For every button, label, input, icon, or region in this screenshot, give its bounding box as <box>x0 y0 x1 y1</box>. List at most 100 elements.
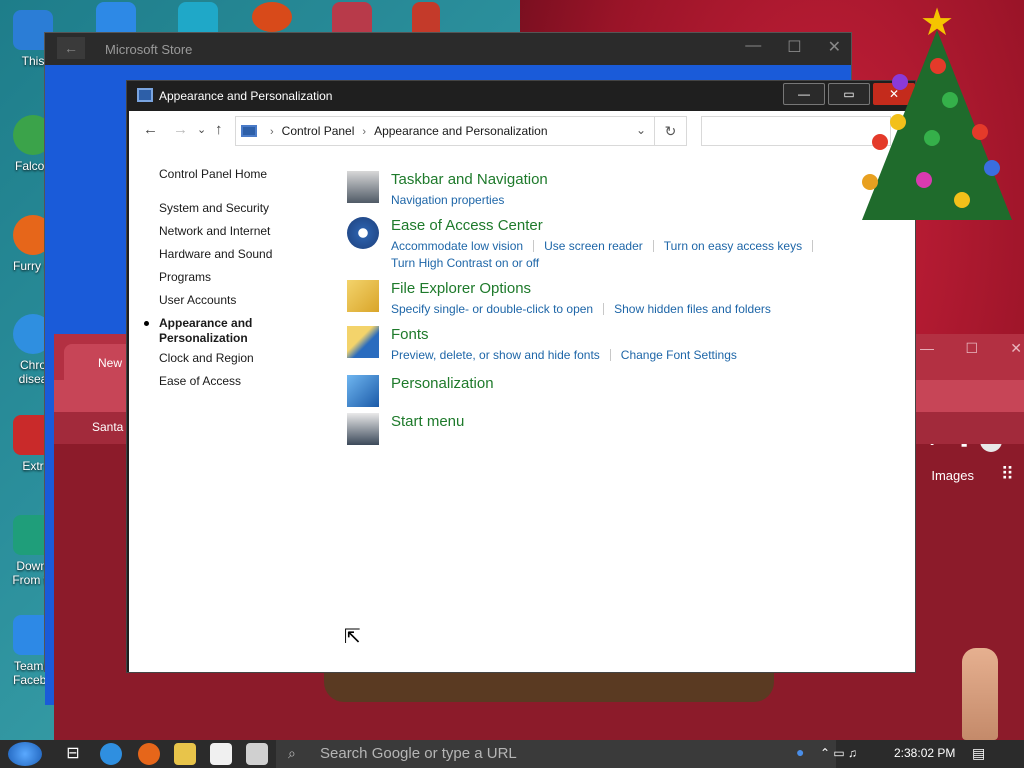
sidebar-item-clock-region[interactable]: Clock and Region <box>159 351 272 374</box>
ornament-icon <box>872 134 888 150</box>
chevron-right-icon: › <box>270 126 274 138</box>
star-icon: ★ <box>920 2 955 44</box>
taskbar: ⊟ Search Google or type a URL ⌕ ● ⌃ ▭ ♫ … <box>0 740 1024 768</box>
maximize-button[interactable]: ☐ <box>787 37 801 57</box>
images-link[interactable]: Images <box>931 468 974 483</box>
app-desktop-icon[interactable] <box>332 2 372 32</box>
address-bar[interactable]: › Control Panel › Appearance and Personaliz… <box>235 116 687 146</box>
forward-button[interactable]: → <box>173 121 188 138</box>
minimize-button[interactable]: — <box>745 37 761 57</box>
desktop-icon-label: Extr <box>22 459 44 473</box>
back-button[interactable]: ← <box>143 121 158 138</box>
category-links: Preview, delete, or show and hide fonts C… <box>391 347 737 364</box>
minimize-button[interactable]: — <box>920 340 934 356</box>
apps-grid-icon[interactable]: ⠿ <box>1001 464 1014 485</box>
task-link[interactable]: Turn on easy access keys <box>664 239 802 253</box>
ornament-icon <box>984 160 1000 176</box>
app-desktop-icon[interactable] <box>412 2 440 32</box>
ornament-icon <box>892 74 908 90</box>
chevron-right-icon: › <box>362 126 367 138</box>
sidebar-home-link[interactable]: Control Panel Home <box>159 167 267 181</box>
task-view-icon[interactable]: ⊟ <box>62 743 84 765</box>
control-panel-window[interactable]: Appearance and Personalization — ▭ ✕ ← →… <box>126 80 916 673</box>
navigation-bar: ← → ⌄ ↑ › Control Panel › Appearance and Pe… <box>129 111 915 151</box>
category-title[interactable]: Start menu <box>391 413 464 430</box>
link-separator <box>652 240 654 252</box>
window-title: Microsoft Store <box>105 42 193 57</box>
task-link[interactable]: Navigation properties <box>391 193 504 207</box>
bookmark-santa[interactable]: Santa <box>92 420 123 434</box>
control-panel-body: ← → ⌄ ↑ › Control Panel › Appearance and Pe… <box>129 111 915 672</box>
ease-of-access-icon <box>347 217 379 249</box>
desktop-icon-label: This <box>21 54 45 68</box>
sidebar-item-user-accounts[interactable]: User Accounts <box>159 293 272 316</box>
category-title[interactable]: File Explorer Options <box>391 280 531 297</box>
task-link[interactable]: Show hidden files and folders <box>614 302 771 316</box>
sidebar-item-hardware[interactable]: Hardware and Sound <box>159 247 272 270</box>
task-link[interactable]: Specify single- or double-click to open <box>391 302 593 316</box>
app-icon[interactable] <box>246 743 268 765</box>
chrome-icon[interactable] <box>100 743 122 765</box>
link-separator <box>609 349 611 361</box>
ornament-icon <box>972 124 988 140</box>
system-tray-icons[interactable]: ⌃ ▭ ♫ <box>820 746 857 760</box>
mouse-cursor-icon: ⇱ <box>344 626 361 648</box>
link-separator <box>603 303 605 315</box>
sidebar-list: System and Security Network and Internet… <box>144 201 272 397</box>
fonts-icon <box>347 326 379 358</box>
category-links: Accommodate low vision Use screen reader T… <box>391 238 823 272</box>
window-controls: — ☐ ✕ <box>745 37 841 57</box>
clock[interactable]: 2:38:02 PM <box>894 746 955 760</box>
task-link[interactable]: Preview, delete, or show and hide fonts <box>391 348 600 362</box>
chevron-down-icon[interactable]: ⌄ <box>636 123 646 137</box>
refresh-button[interactable]: ↻ <box>654 117 686 145</box>
category-title[interactable]: Taskbar and Navigation <box>391 171 548 188</box>
task-link[interactable]: Turn High Contrast on or off <box>391 256 539 270</box>
window-title: Appearance and Personalization <box>159 89 333 103</box>
store-icon[interactable] <box>210 743 232 765</box>
sidebar-item-system-security[interactable]: System and Security <box>159 201 272 224</box>
up-button[interactable]: ↑ <box>215 121 223 138</box>
category-title[interactable]: Fonts <box>391 326 429 343</box>
close-button[interactable]: ✕ <box>828 37 841 57</box>
task-link[interactable]: Change Font Settings <box>621 348 737 362</box>
minimize-button[interactable]: — <box>783 83 825 105</box>
ornament-icon <box>942 92 958 108</box>
breadcrumb: › Control Panel › Appearance and Personaliz… <box>262 124 548 138</box>
microphone-icon[interactable]: ● <box>796 744 804 760</box>
breadcrumb-appearance[interactable]: Appearance and Personalization <box>374 124 547 138</box>
ornament-icon <box>930 58 946 74</box>
back-button[interactable]: ← <box>57 37 85 59</box>
settings-desktop-icon[interactable] <box>96 2 136 32</box>
control-panel-icon <box>137 88 153 102</box>
breadcrumb-control-panel[interactable]: Control Panel <box>282 124 355 138</box>
close-button[interactable]: ✕ <box>1010 340 1022 357</box>
personalization-icon <box>347 375 379 407</box>
app-desktop-icon[interactable] <box>252 2 292 32</box>
category-title[interactable]: Ease of Access Center <box>391 217 543 234</box>
start-button[interactable] <box>8 742 42 766</box>
sidebar-item-ease-of-access[interactable]: Ease of Access <box>159 374 272 397</box>
titlebar: Appearance and Personalization — ▭ ✕ <box>127 81 915 111</box>
app-desktop-icon[interactable] <box>178 2 218 32</box>
recent-locations-button[interactable]: ⌄ <box>197 123 206 136</box>
notification-icon[interactable]: ▤ <box>972 745 985 762</box>
task-link[interactable]: Accommodate low vision <box>391 239 523 253</box>
category-title[interactable]: Personalization <box>391 375 494 392</box>
task-link[interactable]: Use screen reader <box>544 239 643 253</box>
sidebar-item-network[interactable]: Network and Internet <box>159 224 272 247</box>
firefox-icon[interactable] <box>138 743 160 765</box>
category-links: Specify single- or double-click to open S… <box>391 301 771 318</box>
taskbar-search-input[interactable]: Search Google or type a URL <box>276 740 836 768</box>
desktop-character <box>962 648 998 740</box>
ornament-icon <box>924 130 940 146</box>
ornament-icon <box>954 192 970 208</box>
control-panel-icon <box>241 125 257 137</box>
file-explorer-icon[interactable] <box>174 743 196 765</box>
sidebar-item-programs[interactable]: Programs <box>159 270 272 293</box>
maximize-button[interactable]: ☐ <box>965 340 978 357</box>
search-icon: ⌕ <box>288 745 296 761</box>
category-links: Navigation properties <box>391 192 504 209</box>
sidebar-item-appearance[interactable]: Appearance and Personalization <box>144 316 269 351</box>
christmas-tree-gadget: ★ <box>842 0 1022 230</box>
